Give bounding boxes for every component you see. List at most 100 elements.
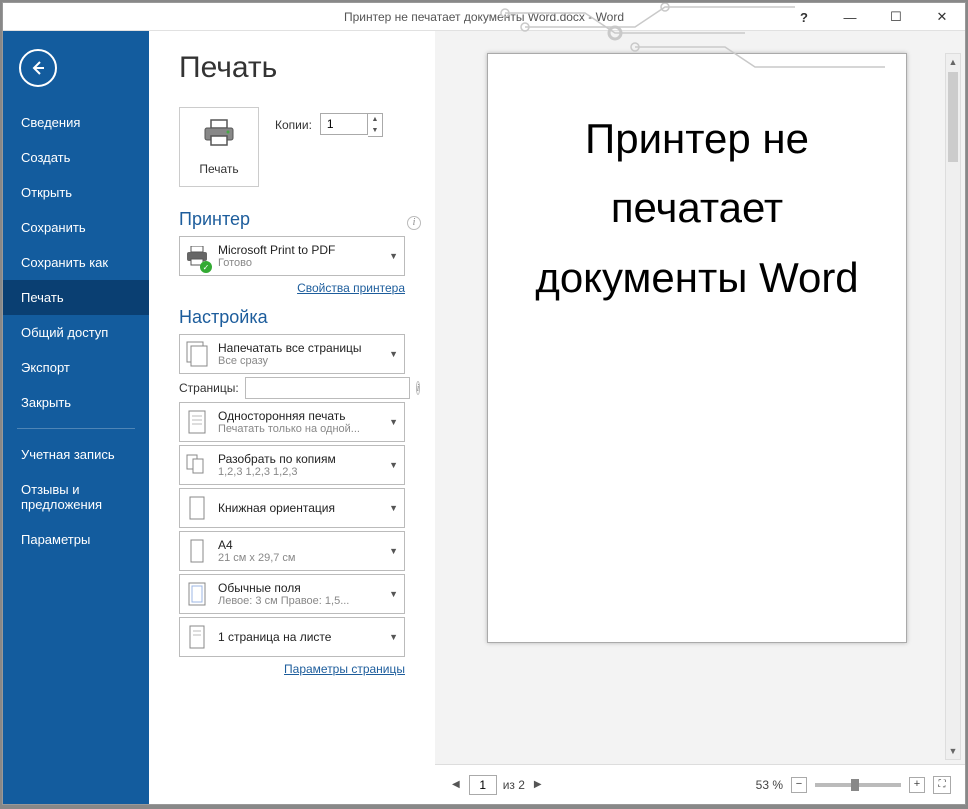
printer-name: Microsoft Print to PDF (218, 243, 381, 257)
printer-select[interactable]: ✓ Microsoft Print to PDF Готово ▼ (179, 236, 405, 276)
sides-select[interactable]: Односторонняя печать Печатать только на … (179, 402, 405, 442)
pages-stack-icon (184, 339, 210, 369)
sidebar-item-close[interactable]: Закрыть (3, 385, 149, 420)
zoom-slider[interactable] (815, 783, 901, 787)
scroll-down[interactable]: ▼ (946, 743, 960, 759)
paper-icon (184, 536, 210, 566)
sidebar-item-save[interactable]: Сохранить (3, 210, 149, 245)
print-action-row: Печать Копии: ▲ ▼ (179, 107, 421, 187)
margins-icon (184, 579, 210, 609)
sidebar-item-info[interactable]: Сведения (3, 105, 149, 140)
minimize-button[interactable]: — (827, 3, 873, 31)
dd-title: 1 страница на листе (218, 630, 381, 644)
page-title: Печать (179, 51, 421, 85)
print-range-select[interactable]: Напечатать все страницы Все сразу ▼ (179, 334, 405, 374)
page-setup-link[interactable]: Параметры страницы (284, 662, 405, 676)
sidebar-item-saveas[interactable]: Сохранить как (3, 245, 149, 280)
sidebar-item-label: Сведения (21, 115, 80, 130)
copies-down[interactable]: ▼ (368, 125, 382, 136)
zoom-out-button[interactable]: − (791, 777, 807, 793)
dd-sub: 1,2,3 1,2,3 1,2,3 (218, 466, 381, 478)
sidebar-item-label: Сохранить (21, 220, 86, 235)
one-per-sheet-icon (184, 622, 210, 652)
collate-icon (184, 450, 210, 480)
printer-heading: Принтер (179, 209, 250, 230)
maximize-button[interactable]: ☐ (873, 3, 919, 31)
fit-to-window-button[interactable]: ⛶ (933, 776, 951, 794)
dd-sub: 21 см x 29,7 см (218, 552, 381, 564)
copies-input[interactable] (320, 113, 368, 135)
settings-heading: Настройка (179, 307, 421, 328)
print-preview: Принтер не печатает документы Word ▲ ▼ ◀… (435, 31, 965, 804)
dd-title: Обычные поля (218, 581, 381, 595)
sidebar-item-label: Общий доступ (21, 325, 108, 340)
dd-title: Напечатать все страницы (218, 341, 381, 355)
zoom-slider-thumb[interactable] (851, 779, 859, 791)
copies-spinner: ▲ ▼ (320, 113, 383, 137)
zoom-level: 53 % (756, 778, 783, 792)
sidebar-item-label: Экспорт (21, 360, 70, 375)
sidebar-item-export[interactable]: Экспорт (3, 350, 149, 385)
printer-properties-link[interactable]: Свойства принтера (297, 281, 405, 295)
main-panel: Печать Печать Копии: ▲ (149, 31, 965, 804)
sidebar-item-label: Открыть (21, 185, 72, 200)
portrait-icon (184, 493, 210, 523)
chevron-down-icon: ▼ (389, 546, 398, 556)
scroll-thumb[interactable] (948, 72, 958, 162)
chevron-down-icon: ▼ (389, 417, 398, 427)
sidebar-item-options[interactable]: Параметры (3, 522, 149, 557)
preview-scrollbar[interactable]: ▲ ▼ (945, 53, 961, 760)
margins-select[interactable]: Обычные поля Левое: 3 см Правое: 1,5... … (179, 574, 405, 614)
copies-up[interactable]: ▲ (368, 114, 382, 125)
info-icon[interactable]: i (416, 381, 421, 395)
sidebar-item-account[interactable]: Учетная запись (3, 437, 149, 472)
preview-page: Принтер не печатает документы Word (487, 53, 907, 643)
print-settings-column: Печать Печать Копии: ▲ (149, 31, 435, 804)
paper-size-select[interactable]: A4 21 см x 29,7 см ▼ (179, 531, 405, 571)
back-button[interactable] (19, 49, 57, 87)
orientation-select[interactable]: Книжная ориентация ▼ (179, 488, 405, 528)
printer-status: Готово (218, 257, 381, 269)
sidebar-item-feedback[interactable]: Отзывы и предложения (3, 472, 149, 522)
current-page-input[interactable] (469, 775, 497, 795)
dd-title: Книжная ориентация (218, 501, 381, 515)
pages-per-sheet-select[interactable]: 1 страница на листе ▼ (179, 617, 405, 657)
sidebar-item-share[interactable]: Общий доступ (3, 315, 149, 350)
prev-page-button[interactable]: ◀ (449, 779, 463, 790)
content-area: Сведения Создать Открыть Сохранить Сохра… (3, 31, 965, 804)
sidebar-item-label: Создать (21, 150, 70, 165)
close-button[interactable]: ✕ (919, 3, 965, 31)
sidebar-item-print[interactable]: Печать (3, 280, 149, 315)
next-page-button[interactable]: ▶ (531, 779, 545, 790)
sidebar-item-label: Параметры (21, 532, 90, 547)
backstage-sidebar: Сведения Создать Открыть Сохранить Сохра… (3, 31, 149, 804)
copies-label: Копии: (275, 118, 312, 132)
collate-select[interactable]: Разобрать по копиям 1,2,3 1,2,3 1,2,3 ▼ (179, 445, 405, 485)
sidebar-item-label: Учетная запись (21, 447, 115, 462)
sidebar-item-new[interactable]: Создать (3, 140, 149, 175)
chevron-down-icon: ▼ (389, 589, 398, 599)
dd-sub: Левое: 3 см Правое: 1,5... (218, 595, 381, 607)
dd-title: Односторонняя печать (218, 409, 381, 423)
pages-row: Страницы: i (179, 377, 405, 399)
dd-title: A4 (218, 538, 381, 552)
chevron-down-icon: ▼ (389, 503, 398, 513)
app-window: Принтер не печатает документы Word.docx … (2, 2, 966, 805)
sidebar-item-label: Печать (21, 290, 64, 305)
titlebar: Принтер не печатает документы Word.docx … (3, 3, 965, 31)
help-button[interactable]: ? (781, 3, 827, 31)
sidebar-divider (17, 428, 135, 429)
print-button[interactable]: Печать (179, 107, 259, 187)
printer-icon: ✓ (184, 241, 210, 271)
sidebar-item-open[interactable]: Открыть (3, 175, 149, 210)
dd-sub: Все сразу (218, 355, 381, 367)
ready-badge-icon: ✓ (200, 261, 212, 273)
preview-footer: ◀ из 2 ▶ 53 % − + ⛶ (435, 764, 965, 804)
scroll-up[interactable]: ▲ (946, 54, 960, 70)
document-title: Принтер не печатает документы Word.docx … (344, 3, 624, 31)
dd-title: Разобрать по копиям (218, 452, 381, 466)
info-icon[interactable]: i (407, 216, 421, 230)
zoom-in-button[interactable]: + (909, 777, 925, 793)
preview-page-text: Принтер не печатает документы Word (522, 104, 872, 312)
pages-input[interactable] (245, 377, 410, 399)
